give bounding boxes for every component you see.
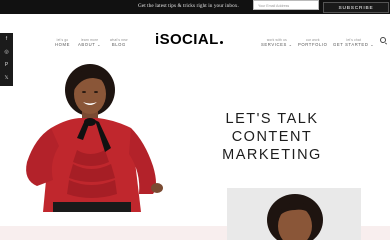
nav-about-label: ABOUT ⌄: [78, 42, 102, 47]
instagram-icon[interactable]: ◎: [0, 46, 13, 59]
nav-blog[interactable]: what's new BLOG: [110, 38, 128, 48]
site-logo[interactable]: iSOCIAL: [155, 31, 223, 48]
hero-title-line-2: CONTENT: [231, 129, 313, 145]
hero-title: LET'S TALK CONTENT MARKETING: [213, 110, 331, 164]
nav-portfolio-label: PORTFOLIO: [298, 42, 328, 47]
subscribe-button[interactable]: SUBSCRIBE: [323, 2, 389, 13]
nav-get-started-label: GET STARTED ⌄: [333, 42, 375, 47]
secondary-photo: [227, 188, 361, 240]
hero-title-line-1: LET'S TALK: [225, 111, 319, 127]
nav-services[interactable]: work with us SERVICES ⌄: [261, 38, 293, 48]
nav-portfolio[interactable]: our work PORTFOLIO: [298, 38, 328, 48]
nav-home-label: HOME: [55, 42, 70, 47]
top-promo-bar: Get the latest tips & tricks right in yo…: [0, 0, 390, 14]
nav-home[interactable]: let's go HOME: [55, 38, 70, 48]
logo-text: iSOCIAL: [155, 31, 219, 48]
nav-services-label: SERVICES ⌄: [261, 42, 293, 47]
nav-about[interactable]: learn more ABOUT ⌄: [78, 38, 101, 48]
facebook-icon[interactable]: f: [0, 33, 13, 46]
search-icon[interactable]: [380, 37, 386, 43]
email-input[interactable]: Your Email Address: [253, 0, 319, 10]
logo-dot: [219, 41, 223, 44]
social-sidebar: f ◎ P 𝕏: [0, 33, 13, 86]
promo-text: Get the latest tips & tricks right in yo…: [138, 3, 239, 9]
second-portrait-illustration: [227, 188, 361, 240]
hero-photo: [13, 62, 164, 212]
nav-get-started[interactable]: let's chat GET STARTED ⌄: [333, 38, 374, 48]
nav-blog-label: BLOG: [111, 42, 126, 47]
twitter-icon[interactable]: 𝕏: [0, 72, 13, 85]
woman-portrait-illustration: [13, 62, 164, 212]
hero-title-line-3: MARKETING: [222, 147, 322, 163]
pinterest-icon[interactable]: P: [0, 59, 13, 72]
